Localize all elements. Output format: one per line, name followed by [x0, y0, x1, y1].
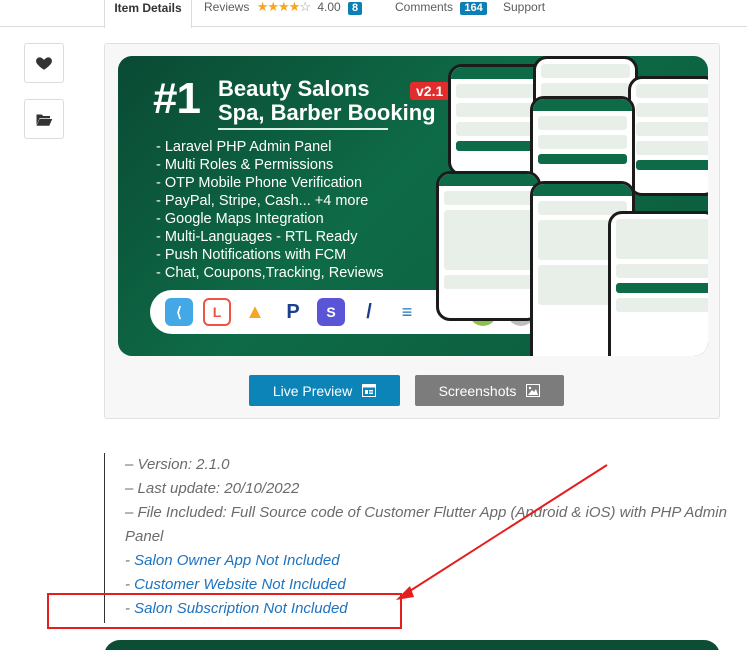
arrow-annotation-icon [396, 464, 608, 600]
purchase-panel-edge [104, 640, 720, 650]
